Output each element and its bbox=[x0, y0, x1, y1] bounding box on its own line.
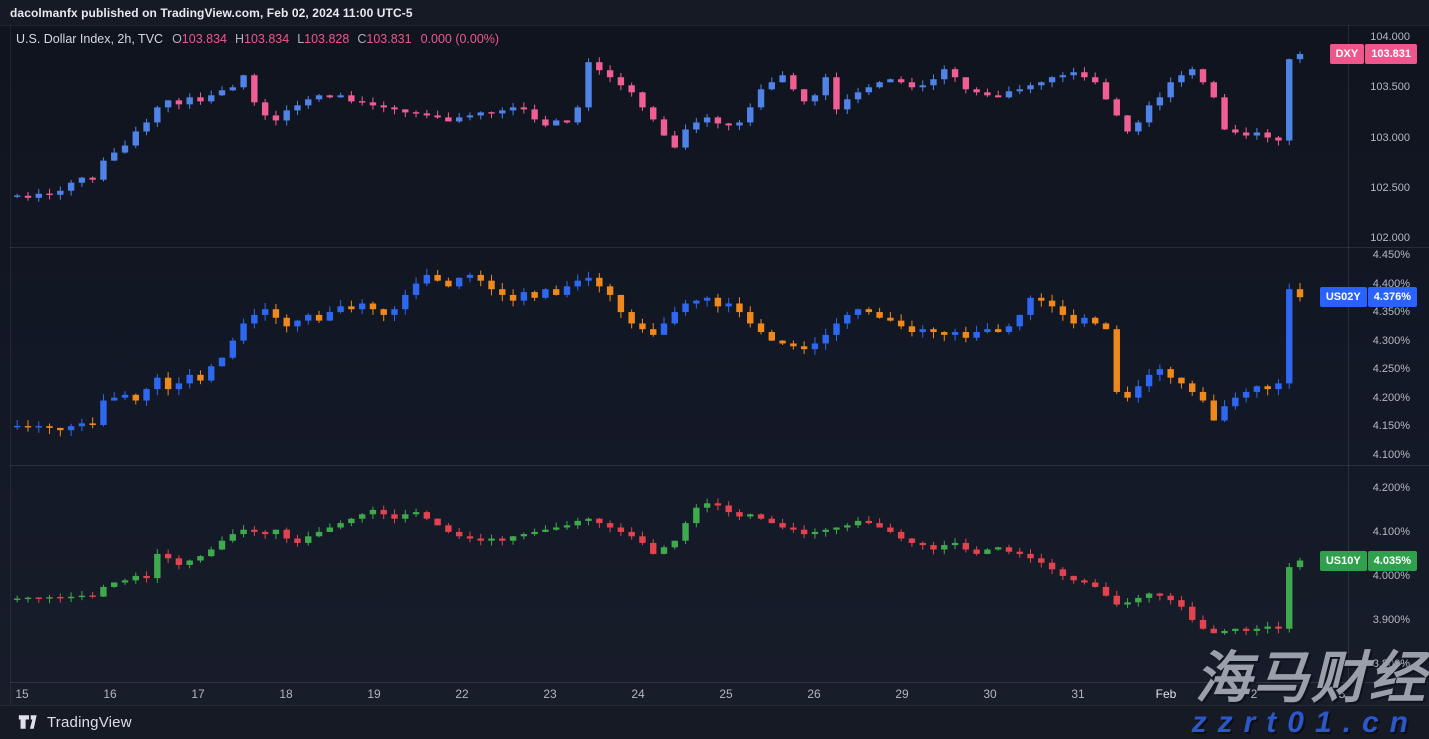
tradingview-logo-icon bbox=[18, 713, 40, 731]
publish-info-text: dacolmanfx published on TradingView.com,… bbox=[10, 6, 413, 20]
badge-symbol: DXY bbox=[1330, 44, 1365, 64]
change-value: 0.000 (0.00%) bbox=[421, 32, 500, 46]
tradingview-brand[interactable]: TradingView bbox=[18, 713, 132, 731]
us10y-price-badge: US10Y4.035% bbox=[1320, 551, 1417, 571]
ohlc-item: L103.828 bbox=[297, 32, 349, 46]
watermark-url: zzrt01.cn bbox=[1192, 708, 1419, 738]
publish-info-bar: dacolmanfx published on TradingView.com,… bbox=[0, 0, 1429, 25]
ohlc-item: H103.834 bbox=[235, 32, 289, 46]
watermark-cn: 海马财经 bbox=[1195, 650, 1427, 706]
badge-symbol: US10Y bbox=[1320, 551, 1367, 571]
brand-text: TradingView bbox=[47, 714, 132, 731]
symbol-title[interactable]: U.S. Dollar Index, 2h, TVC bbox=[16, 32, 163, 46]
tradingview-snapshot: dacolmanfx published on TradingView.com,… bbox=[0, 0, 1429, 739]
dxy-price-badge: DXY103.831 bbox=[1330, 44, 1417, 64]
badge-value: 4.376% bbox=[1368, 287, 1417, 307]
badge-symbol: US02Y bbox=[1320, 287, 1367, 307]
pane-dxy[interactable] bbox=[0, 25, 1348, 247]
badge-value: 103.831 bbox=[1365, 44, 1417, 64]
us02y-price-badge: US02Y4.376% bbox=[1320, 287, 1417, 307]
ohlc-item: C103.831 bbox=[357, 32, 411, 46]
pane-us02y[interactable] bbox=[0, 247, 1348, 465]
ohlc-values: O103.834 H103.834 L103.828 C103.831 bbox=[172, 32, 412, 46]
badge-value: 4.035% bbox=[1368, 551, 1417, 571]
pane-us10y[interactable] bbox=[0, 465, 1348, 682]
symbol-legend: U.S. Dollar Index, 2h, TVC O103.834 H103.… bbox=[16, 31, 499, 46]
ohlc-item: O103.834 bbox=[172, 32, 227, 46]
price-scale[interactable] bbox=[1348, 25, 1429, 682]
